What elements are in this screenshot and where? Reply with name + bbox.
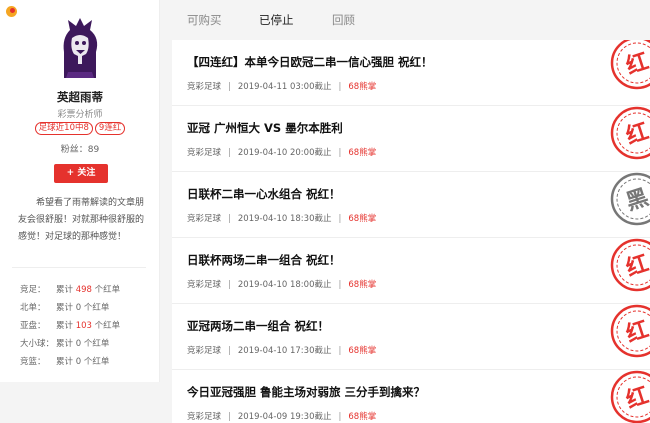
article-deadline: 2019-04-10 17:30截止: [237, 346, 332, 356]
tab-stopped[interactable]: 已停止: [259, 12, 294, 28]
red-stamp-icon: 红: [610, 304, 650, 358]
article-deadline: 2019-04-10 18:00截止: [237, 280, 332, 290]
stamp-text: 红: [623, 250, 650, 282]
article-meta: 竞彩足球 | 2019-04-10 18:00截止 | 68熊掌: [187, 280, 377, 290]
article-deadline: 2019-04-09 19:30截止: [237, 412, 332, 422]
article-meta: 竞彩足球 | 2019-04-10 20:00截止 | 68熊掌: [187, 148, 377, 158]
article-list: 【四连红】本单今日欧冠二串一信心强胆 祝红！ 竞彩足球 | 2019-04-11 0…: [172, 40, 650, 423]
article-price: 68熊掌: [348, 82, 377, 92]
article-meta: 竞彩足球 | 2019-04-09 19:30截止 | 68熊掌: [187, 412, 377, 422]
list-item[interactable]: 日联杯两场二串一组合 祝红！ 竞彩足球 | 2019-04-10 18:00截止 | 6…: [172, 238, 650, 304]
tab-purchasable[interactable]: 可购买: [187, 12, 222, 28]
stat-suffix: 个红单: [83, 357, 110, 367]
article-price: 68熊掌: [348, 148, 377, 158]
article-title[interactable]: 日联杯二串一心水组合 祝红！: [187, 186, 341, 202]
author-role: 彩票分析师: [57, 110, 103, 120]
stat-row: 北单： 累计 0 个红单: [20, 299, 156, 317]
stamp-text: 黑: [623, 185, 650, 216]
stat-row: 竞篮： 累计 0 个红单: [20, 353, 156, 371]
author-name: 英超雨蒂: [57, 90, 103, 104]
stat-count: 103: [75, 321, 92, 331]
tab-review[interactable]: 回顾: [332, 12, 355, 28]
stat-label: 竞篮：: [20, 357, 46, 367]
author-profile-card: 英超雨蒂 彩票分析师 足球近10中8 9连红 粉丝：89 + 关注 希望看了雨蒂…: [0, 0, 160, 382]
article-meta: 竞彩足球 | 2019-04-10 17:30截止 | 68熊掌: [187, 346, 377, 356]
red-stamp-icon: 红: [610, 238, 650, 292]
premier-league-lion-icon: [63, 18, 98, 78]
article-price: 68熊掌: [348, 346, 377, 356]
list-item[interactable]: 【四连红】本单今日欧冠二串一信心强胆 祝红！ 竞彩足球 | 2019-04-11 0…: [172, 40, 650, 106]
stamp-text: 红: [623, 382, 650, 414]
stat-label: 大小球：: [20, 339, 55, 349]
article-category: 竞彩足球: [187, 82, 222, 92]
stat-suffix: 个红单: [94, 321, 121, 331]
article-category: 竞彩足球: [187, 346, 222, 356]
article-title[interactable]: 【四连红】本单今日欧冠二串一信心强胆 祝红！: [187, 54, 433, 70]
site-logo-icon: [6, 6, 17, 17]
article-price: 68熊掌: [348, 214, 377, 224]
follow-button[interactable]: + 关注: [54, 164, 108, 183]
list-item[interactable]: 日联杯二串一心水组合 祝红！ 竞彩足球 | 2019-04-10 18:30截止 | 6…: [172, 172, 650, 238]
red-stamp-icon: 红: [610, 40, 650, 90]
article-category: 竞彩足球: [187, 280, 222, 290]
stamp-text: 红: [623, 316, 650, 348]
stat-count: 0: [75, 357, 82, 367]
article-deadline: 2019-04-10 18:30截止: [237, 214, 332, 224]
list-item[interactable]: 亚冠两场二串一组合 祝红！ 竞彩足球 | 2019-04-10 17:30截止 | 68…: [172, 304, 650, 370]
stat-suffix: 个红单: [83, 339, 110, 349]
stat-suffix: 个红单: [83, 303, 110, 313]
stat-prefix: 累计: [56, 303, 74, 313]
author-badges: 足球近10中8 9连红: [0, 122, 160, 135]
article-price: 68熊掌: [348, 280, 377, 290]
article-meta: 竞彩足球 | 2019-04-10 18:30截止 | 68熊掌: [187, 214, 377, 224]
stat-prefix: 累计: [56, 321, 74, 331]
stat-count: 0: [75, 303, 82, 313]
list-item[interactable]: 亚冠 广州恒大 VS 墨尔本胜利 竞彩足球 | 2019-04-10 20:00截止…: [172, 106, 650, 172]
black-stamp-icon: 黑: [610, 172, 650, 226]
article-category: 竞彩足球: [187, 148, 222, 158]
list-item[interactable]: 今日亚冠强胆 鲁能主场对弱旅 三分手到擒来？ 竞彩足球 | 2019-04-09 1…: [172, 370, 650, 423]
win-stats: 竞足： 累计 498 个红单 北单： 累计 0 个红单 亚盘： 累计 103 个红单 …: [20, 281, 156, 371]
author-bio: 希望看了雨蒂解读的文章朋友会很舒服！对就那种很舒服的感觉！对足球的那种感觉！: [18, 198, 145, 242]
red-stamp-icon: 红: [610, 370, 650, 423]
article-deadline: 2019-04-11 03:00截止: [237, 82, 332, 92]
article-category: 竞彩足球: [187, 412, 222, 422]
hit-rate-badge: 足球近10中8: [34, 122, 93, 135]
article-title[interactable]: 日联杯两场二串一组合 祝红！: [187, 252, 341, 268]
article-category: 竞彩足球: [187, 214, 222, 224]
stat-row: 大小球： 累计 0 个红单: [20, 335, 156, 353]
stat-row: 亚盘： 累计 103 个红单: [20, 317, 156, 335]
article-meta: 竞彩足球 | 2019-04-11 03:00截止 | 68熊掌: [187, 82, 377, 92]
stat-prefix: 累计: [56, 339, 74, 349]
red-stamp-icon: 红: [610, 106, 650, 160]
stat-prefix: 累计: [56, 357, 74, 367]
article-price: 68熊掌: [348, 412, 377, 422]
article-deadline: 2019-04-10 20:00截止: [237, 148, 332, 158]
stat-label: 北单：: [20, 303, 46, 313]
article-title[interactable]: 亚冠 广州恒大 VS 墨尔本胜利: [187, 120, 343, 136]
win-streak-badge: 9连红: [94, 122, 126, 135]
stat-suffix: 个红单: [94, 285, 121, 295]
stat-label: 竞足：: [20, 285, 46, 295]
stat-label: 亚盘：: [20, 321, 46, 331]
stamp-text: 红: [623, 118, 650, 150]
article-title[interactable]: 今日亚冠强胆 鲁能主场对弱旅 三分手到擒来？: [187, 384, 425, 400]
stat-prefix: 累计: [56, 285, 74, 295]
stat-row: 竞足： 累计 498 个红单: [20, 281, 156, 299]
stat-count: 0: [75, 339, 82, 349]
stamp-text: 红: [623, 48, 650, 80]
stat-count: 498: [75, 285, 92, 295]
article-title[interactable]: 亚冠两场二串一组合 祝红！: [187, 318, 329, 334]
fans-count: 粉丝：89: [60, 145, 100, 155]
profile-divider: [12, 267, 146, 268]
